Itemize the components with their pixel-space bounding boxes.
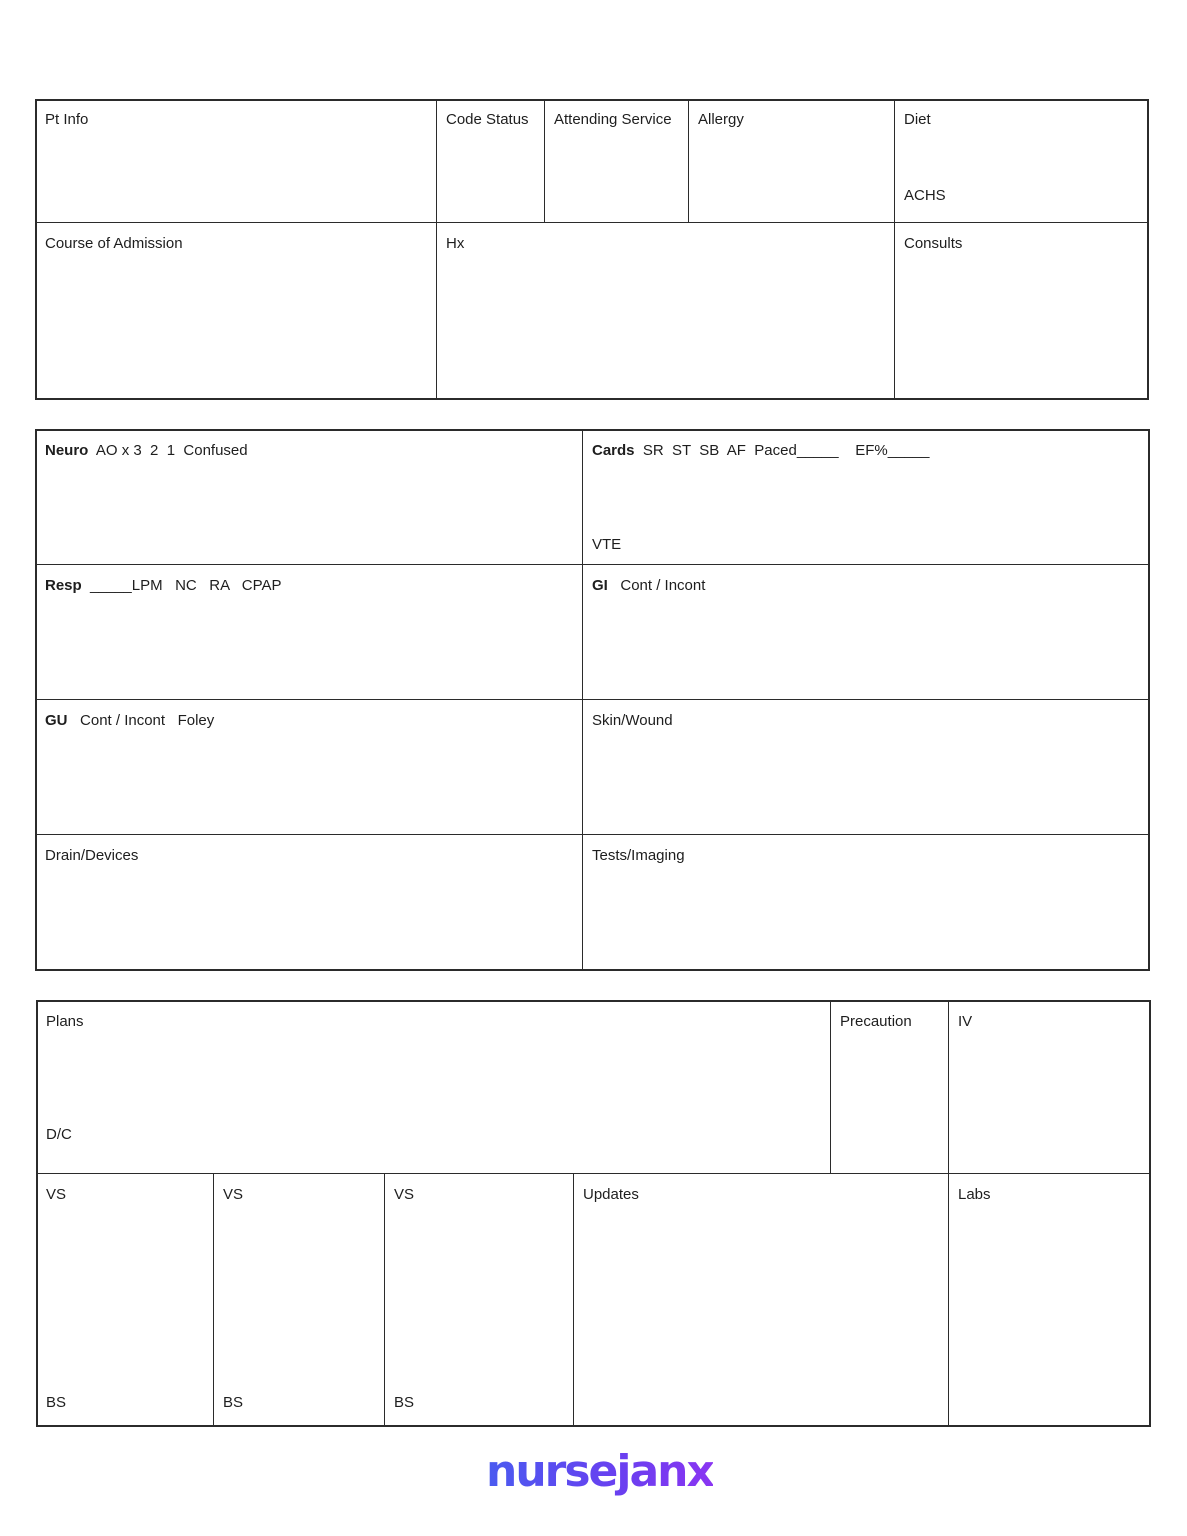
- achs-label: ACHS: [904, 187, 946, 204]
- gu-options: Cont / Incont Foley: [80, 712, 215, 729]
- course-of-admission-field[interactable]: Course of Admission: [36, 223, 436, 399]
- code-status-field[interactable]: Code Status: [437, 100, 544, 222]
- gi-field[interactable]: GI Cont / Incont: [583, 565, 1149, 699]
- nursejanx-logo: nursejanx: [486, 1446, 715, 1497]
- bs-label: BS: [223, 1394, 244, 1411]
- diet-label: Diet: [904, 111, 931, 128]
- labs-label: Labs: [958, 1186, 991, 1203]
- resp-options: _____LPM NC RA CPAP: [90, 577, 282, 594]
- skin-wound-field[interactable]: Skin/Wound: [583, 700, 1149, 834]
- consults-label: Consults: [904, 235, 963, 252]
- neuro-field[interactable]: Neuro AO x 3 2 1 Confused: [36, 430, 582, 564]
- code-status-label: Code Status: [446, 111, 529, 128]
- gi-label: GI: [592, 577, 608, 594]
- allergy-field[interactable]: Allergy: [689, 100, 894, 222]
- dc-label: D/C: [46, 1126, 72, 1143]
- cards-options: SR ST SB AF Paced_____ EF%_____: [642, 442, 930, 459]
- vs-label: VS: [223, 1186, 244, 1203]
- iv-label: IV: [958, 1013, 973, 1030]
- allergy-label: Allergy: [698, 111, 744, 128]
- tests-imaging-label: Tests/Imaging: [592, 847, 685, 864]
- course-of-admission-label: Course of Admission: [45, 235, 183, 252]
- bs-label: BS: [394, 1394, 415, 1411]
- vte-label: VTE: [592, 536, 622, 553]
- gu-label: GU: [45, 712, 68, 729]
- gu-field[interactable]: GU Cont / Incont Foley: [36, 700, 582, 834]
- hx-label: Hx: [446, 235, 465, 252]
- drain-devices-field[interactable]: Drain/Devices: [36, 835, 582, 970]
- gi-options: Cont / Incont: [620, 577, 706, 594]
- vs-field-2[interactable]: VS BS: [214, 1174, 384, 1426]
- vs-label: VS: [46, 1186, 67, 1203]
- gu-row: GU Cont / Incont Foley: [45, 712, 214, 729]
- drain-devices-label: Drain/Devices: [45, 847, 139, 864]
- pt-info-label: Pt Info: [45, 111, 89, 128]
- plans-label: Plans: [46, 1013, 84, 1030]
- vs-field-1[interactable]: VS BS: [37, 1174, 213, 1426]
- cards-field[interactable]: Cards SR ST SB AF Paced_____ EF%_____ VT…: [583, 430, 1149, 564]
- cards-label: Cards: [592, 442, 635, 459]
- diet-field[interactable]: Diet ACHS: [895, 100, 1148, 222]
- precaution-label: Precaution: [840, 1013, 912, 1030]
- iv-field[interactable]: IV: [949, 1001, 1150, 1173]
- updates-field[interactable]: Updates: [574, 1174, 948, 1426]
- precaution-field[interactable]: Precaution: [831, 1001, 948, 1173]
- resp-row: Resp _____LPM NC RA CPAP: [45, 577, 282, 594]
- updates-label: Updates: [583, 1186, 639, 1203]
- pt-info-field[interactable]: Pt Info: [36, 100, 436, 222]
- skin-wound-label: Skin/Wound: [592, 712, 673, 729]
- consults-field[interactable]: Consults: [895, 223, 1148, 399]
- neuro-row: Neuro AO x 3 2 1 Confused: [45, 442, 248, 459]
- vs-label: VS: [394, 1186, 415, 1203]
- cards-row: Cards SR ST SB AF Paced_____ EF%_____: [592, 442, 929, 459]
- attending-service-field[interactable]: Attending Service: [545, 100, 688, 222]
- labs-field[interactable]: Labs: [949, 1174, 1150, 1426]
- neuro-label: Neuro: [45, 442, 89, 459]
- neuro-options: AO x 3 2 1 Confused: [95, 442, 248, 459]
- gi-row: GI Cont / Incont: [592, 577, 705, 594]
- plans-field[interactable]: Plans D/C: [37, 1001, 830, 1173]
- resp-field[interactable]: Resp _____LPM NC RA CPAP: [36, 565, 582, 699]
- bs-label: BS: [46, 1394, 67, 1411]
- resp-label: Resp: [45, 577, 82, 594]
- attending-service-label: Attending Service: [554, 111, 672, 128]
- hx-field[interactable]: Hx: [437, 223, 894, 399]
- vs-field-3[interactable]: VS BS: [385, 1174, 573, 1426]
- tests-imaging-field[interactable]: Tests/Imaging: [583, 835, 1149, 970]
